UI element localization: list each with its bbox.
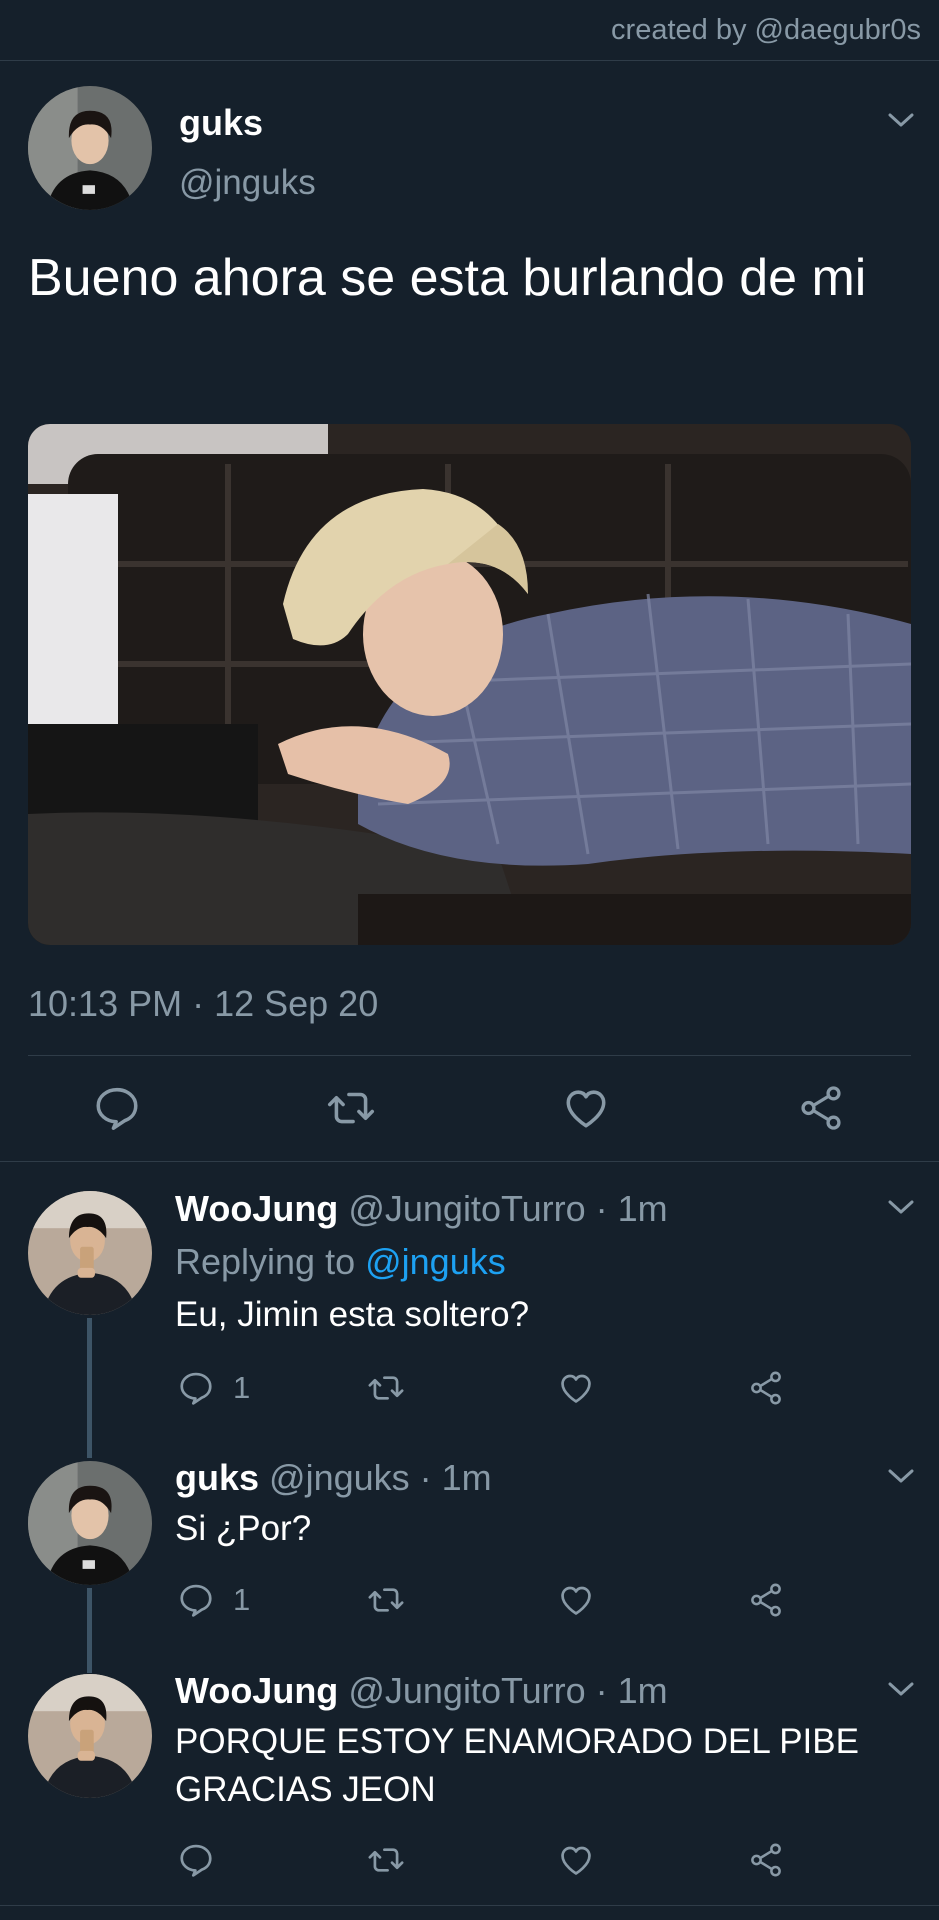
share-icon[interactable]: [747, 1841, 785, 1879]
divider: [0, 1161, 939, 1162]
replying-to: Replying to @jnguks: [175, 1241, 506, 1283]
mention-link[interactable]: @jnguks: [365, 1241, 506, 1282]
reply-count: 1: [233, 1582, 251, 1617]
author-handle[interactable]: @jnguks: [179, 163, 316, 203]
reply-icon[interactable]: [92, 1083, 142, 1133]
like-icon[interactable]: [561, 1083, 611, 1133]
avatar-image: [28, 86, 152, 210]
retweet-icon[interactable]: [367, 1581, 405, 1619]
reply-icon[interactable]: [177, 1369, 215, 1407]
retweet-icon[interactable]: [367, 1841, 405, 1879]
avatar[interactable]: [28, 1191, 152, 1315]
author-name[interactable]: guks: [179, 102, 263, 144]
thread-connector: [87, 1588, 92, 1673]
reply-header: WooJung @JungitoTurro · 1m: [175, 1670, 668, 1712]
reply-count: 1: [233, 1370, 251, 1405]
photo-image: [28, 424, 911, 945]
divider: [28, 1055, 911, 1056]
reply-icon[interactable]: [177, 1581, 215, 1619]
retweet-icon[interactable]: [367, 1369, 405, 1407]
tweet-photo[interactable]: [28, 424, 911, 945]
tweet-thread-screen: created by @daegubr0s guks @jnguks Bueno…: [0, 0, 939, 1920]
avatar[interactable]: [28, 86, 152, 210]
reply-author-name[interactable]: WooJung: [175, 1670, 338, 1711]
avatar-image: [28, 1461, 152, 1585]
chevron-down-icon[interactable]: [886, 1197, 916, 1217]
reply-text: Si ¿Por?: [175, 1509, 312, 1548]
replying-to-label: Replying to: [175, 1241, 366, 1282]
reply-meta: @JungitoTurro · 1m: [348, 1670, 668, 1711]
watermark-bar: created by @daegubr0s: [0, 0, 939, 61]
reply-text: Eu, Jimin esta soltero?: [175, 1295, 530, 1334]
reply-meta: @JungitoTurro · 1m: [348, 1188, 668, 1229]
chevron-down-icon[interactable]: [886, 1679, 916, 1699]
tweet-text: Bueno ahora se esta burlando de mi: [28, 249, 867, 307]
reply-icon[interactable]: [177, 1841, 215, 1879]
reply-meta: @jnguks · 1m: [269, 1457, 492, 1498]
avatar[interactable]: [28, 1674, 152, 1798]
share-icon[interactable]: [747, 1581, 785, 1619]
chevron-down-icon[interactable]: [886, 1466, 916, 1486]
share-icon[interactable]: [747, 1369, 785, 1407]
avatar[interactable]: [28, 1461, 152, 1585]
thread-connector: [87, 1318, 92, 1458]
reply-author-name[interactable]: WooJung: [175, 1188, 338, 1229]
share-icon[interactable]: [796, 1083, 846, 1133]
retweet-icon[interactable]: [326, 1083, 376, 1133]
reply-header: guks @jnguks · 1m: [175, 1457, 492, 1499]
avatar-image: [28, 1191, 152, 1315]
like-icon[interactable]: [557, 1841, 595, 1879]
avatar-image: [28, 1674, 152, 1798]
watermark-text: created by @daegubr0s: [611, 14, 921, 46]
reply-author-name[interactable]: guks: [175, 1457, 259, 1498]
divider: [0, 1905, 939, 1906]
reply-header: WooJung @JungitoTurro · 1m: [175, 1188, 668, 1230]
chevron-down-icon[interactable]: [886, 110, 916, 130]
like-icon[interactable]: [557, 1369, 595, 1407]
tweet-timestamp: 10:13 PM · 12 Sep 20: [28, 983, 379, 1024]
like-icon[interactable]: [557, 1581, 595, 1619]
reply-text: PORQUE ESTOY ENAMORADO DEL PIBE GRACIAS …: [175, 1722, 859, 1809]
